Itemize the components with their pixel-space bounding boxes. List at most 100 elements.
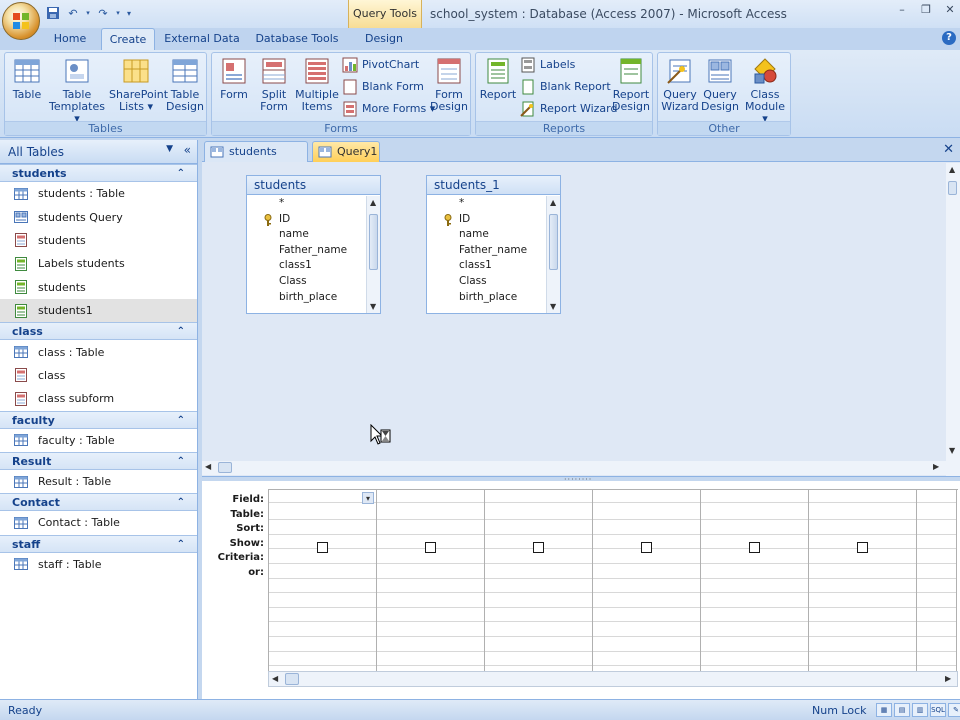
scroll-right-icon[interactable]: ▶ xyxy=(945,674,951,683)
grid-column[interactable] xyxy=(917,490,957,677)
restore-button[interactable]: ❐ xyxy=(920,4,932,16)
nav-header[interactable]: All Tables ▼ « xyxy=(0,140,197,164)
grid-horizontal-scrollbar[interactable]: ◀ ▶ xyxy=(268,671,958,687)
undo-dropdown-icon[interactable]: ▾ xyxy=(84,4,92,22)
nav-group-header-contact[interactable]: Contact ⌃ xyxy=(0,493,197,512)
collapse-chevron-icon[interactable]: ⌃ xyxy=(177,494,185,511)
show-checkbox[interactable] xyxy=(425,542,436,553)
class-module-button[interactable]: Class Module ▾ xyxy=(742,56,788,125)
office-button[interactable] xyxy=(2,2,40,40)
scroll-up-icon[interactable]: ▲ xyxy=(949,165,955,174)
nav-item[interactable]: students Query xyxy=(0,205,197,228)
redo-icon[interactable]: ↷ xyxy=(94,4,112,22)
tab-database-tools[interactable]: Database Tools xyxy=(253,28,341,50)
minimize-button[interactable]: – xyxy=(896,4,908,16)
scroll-up-icon[interactable]: ▲ xyxy=(550,198,556,207)
grid-column[interactable] xyxy=(809,490,917,677)
scroll-thumb[interactable] xyxy=(369,214,378,270)
form-design-button[interactable]: Form Design xyxy=(430,56,468,120)
datasheet-view-button[interactable]: ▦ xyxy=(876,703,892,717)
scroll-down-icon[interactable]: ▼ xyxy=(550,302,556,311)
table-pane-vertical-scrollbar[interactable]: ▲ ▼ xyxy=(946,163,960,476)
table-button[interactable]: Table xyxy=(9,56,45,120)
field-list-title[interactable]: students_1 xyxy=(427,176,560,195)
field-item[interactable]: name xyxy=(427,227,546,243)
show-checkbox[interactable] xyxy=(533,542,544,553)
table-design-button[interactable]: Table Design xyxy=(165,56,205,120)
pivotchart-button[interactable]: PivotChart xyxy=(342,55,419,75)
tab-query1[interactable]: Query1 xyxy=(312,141,380,162)
scroll-left-icon[interactable]: ◀ xyxy=(205,462,211,471)
table-templates-button[interactable]: Table Templates ▾ xyxy=(49,56,105,125)
save-icon[interactable] xyxy=(44,4,62,22)
collapse-chevron-icon[interactable]: ⌃ xyxy=(177,412,185,429)
tab-students-query[interactable]: students Query xyxy=(204,141,308,178)
grid-column[interactable] xyxy=(377,490,485,677)
nav-item[interactable]: staff : Table xyxy=(0,553,197,576)
tab-create[interactable]: Create xyxy=(101,28,155,50)
more-forms-button[interactable]: More Forms ▾ xyxy=(342,99,435,119)
undo-icon[interactable]: ↶ xyxy=(64,4,82,22)
nav-item[interactable]: Labels students xyxy=(0,252,197,275)
field-item[interactable]: Father_name xyxy=(247,243,366,259)
scroll-thumb[interactable] xyxy=(549,214,558,270)
collapse-chevron-icon[interactable]: ⌃ xyxy=(177,536,185,553)
nav-item[interactable]: students xyxy=(0,229,197,252)
tab-external-data[interactable]: External Data xyxy=(164,28,240,50)
nav-item[interactable]: students : Table xyxy=(0,182,197,205)
scroll-thumb[interactable] xyxy=(218,462,232,473)
field-item[interactable]: * xyxy=(427,196,546,212)
field-item[interactable]: ID xyxy=(247,212,366,228)
collapse-chevron-icon[interactable]: ⌃ xyxy=(177,323,185,340)
sql-view-button[interactable]: SQL xyxy=(930,703,946,717)
report-wizard-button[interactable]: Report Wizard xyxy=(520,99,617,119)
nav-group-header-students[interactable]: students ⌃ xyxy=(0,164,197,182)
nav-item[interactable]: Result : Table xyxy=(0,470,197,493)
nav-item[interactable]: class xyxy=(0,364,197,387)
field-list-title[interactable]: students xyxy=(247,176,380,195)
collapse-chevron-icon[interactable]: ⌃ xyxy=(177,165,185,182)
nav-group-header-staff[interactable]: staff ⌃ xyxy=(0,534,197,553)
show-checkbox[interactable] xyxy=(317,542,328,553)
scroll-down-icon[interactable]: ▼ xyxy=(370,302,376,311)
form-button[interactable]: Form xyxy=(216,56,252,120)
scroll-down-icon[interactable]: ▼ xyxy=(949,446,955,455)
nav-item[interactable]: class : Table xyxy=(0,340,197,363)
split-form-button[interactable]: Split Form xyxy=(256,56,292,120)
query-design-button[interactable]: Query Design xyxy=(700,56,740,120)
close-button[interactable]: ✕ xyxy=(944,4,956,16)
nav-item[interactable]: class subform xyxy=(0,387,197,410)
blank-report-button[interactable]: Blank Report xyxy=(520,77,611,97)
nav-item[interactable]: students1 xyxy=(0,298,197,323)
close-document-icon[interactable]: ✕ xyxy=(943,142,954,157)
help-icon[interactable]: ? xyxy=(942,31,956,45)
field-item[interactable]: Father_name xyxy=(427,243,546,259)
scroll-left-icon[interactable]: ◀ xyxy=(272,674,278,683)
field-item[interactable]: Class xyxy=(427,274,546,290)
scroll-thumb[interactable] xyxy=(948,181,957,195)
field-item[interactable]: * xyxy=(247,196,366,212)
field-list-students-1[interactable]: students_1 * ID name Father_name class1 Class… xyxy=(426,175,561,314)
grid-column[interactable] xyxy=(701,490,809,677)
nav-item[interactable]: faculty : Table xyxy=(0,429,197,452)
grid-column[interactable] xyxy=(485,490,593,677)
pivotchart-view-button[interactable]: ▥ xyxy=(912,703,928,717)
grid-column[interactable] xyxy=(593,490,701,677)
nav-dropdown-icon[interactable]: ▼ xyxy=(166,144,173,154)
scroll-up-icon[interactable]: ▲ xyxy=(370,198,376,207)
field-list-students[interactable]: students * ID name Father_name class1 Class bi… xyxy=(246,175,381,314)
nav-group-header-faculty[interactable]: faculty ⌃ xyxy=(0,410,197,429)
multiple-items-button[interactable]: Multiple Items xyxy=(294,56,340,120)
redo-dropdown-icon[interactable]: ▾ xyxy=(114,4,122,22)
nav-item[interactable]: Contact : Table xyxy=(0,511,197,534)
field-item[interactable]: class1 xyxy=(427,258,546,274)
query-wizard-button[interactable]: Query Wizard xyxy=(660,56,700,120)
pivottable-view-button[interactable]: ▤ xyxy=(894,703,910,717)
scroll-thumb[interactable] xyxy=(285,673,299,685)
tab-home[interactable]: Home xyxy=(48,28,92,50)
show-checkbox[interactable] xyxy=(857,542,868,553)
tab-design[interactable]: Design xyxy=(360,28,408,50)
nav-group-header-class[interactable]: class ⌃ xyxy=(0,322,197,341)
shutter-bar-close-icon[interactable]: « xyxy=(184,143,191,157)
field-item[interactable]: name xyxy=(247,227,366,243)
